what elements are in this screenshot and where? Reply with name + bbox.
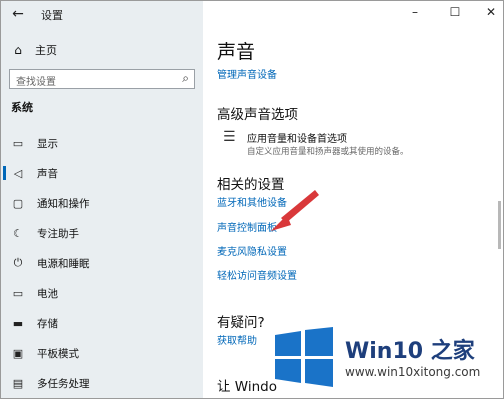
watermark-url: www.win10xitong.com [345, 365, 481, 379]
watermark-brand: Win10 之家 [345, 339, 475, 364]
windows-logo-icon [275, 327, 333, 387]
settings-window: ← 设置 ⌂ 主页 查找设置 ⌕ 系统 ▭ 显示 ◁ 声音 ▢ 通知和操作 ☾ … [0, 0, 504, 399]
